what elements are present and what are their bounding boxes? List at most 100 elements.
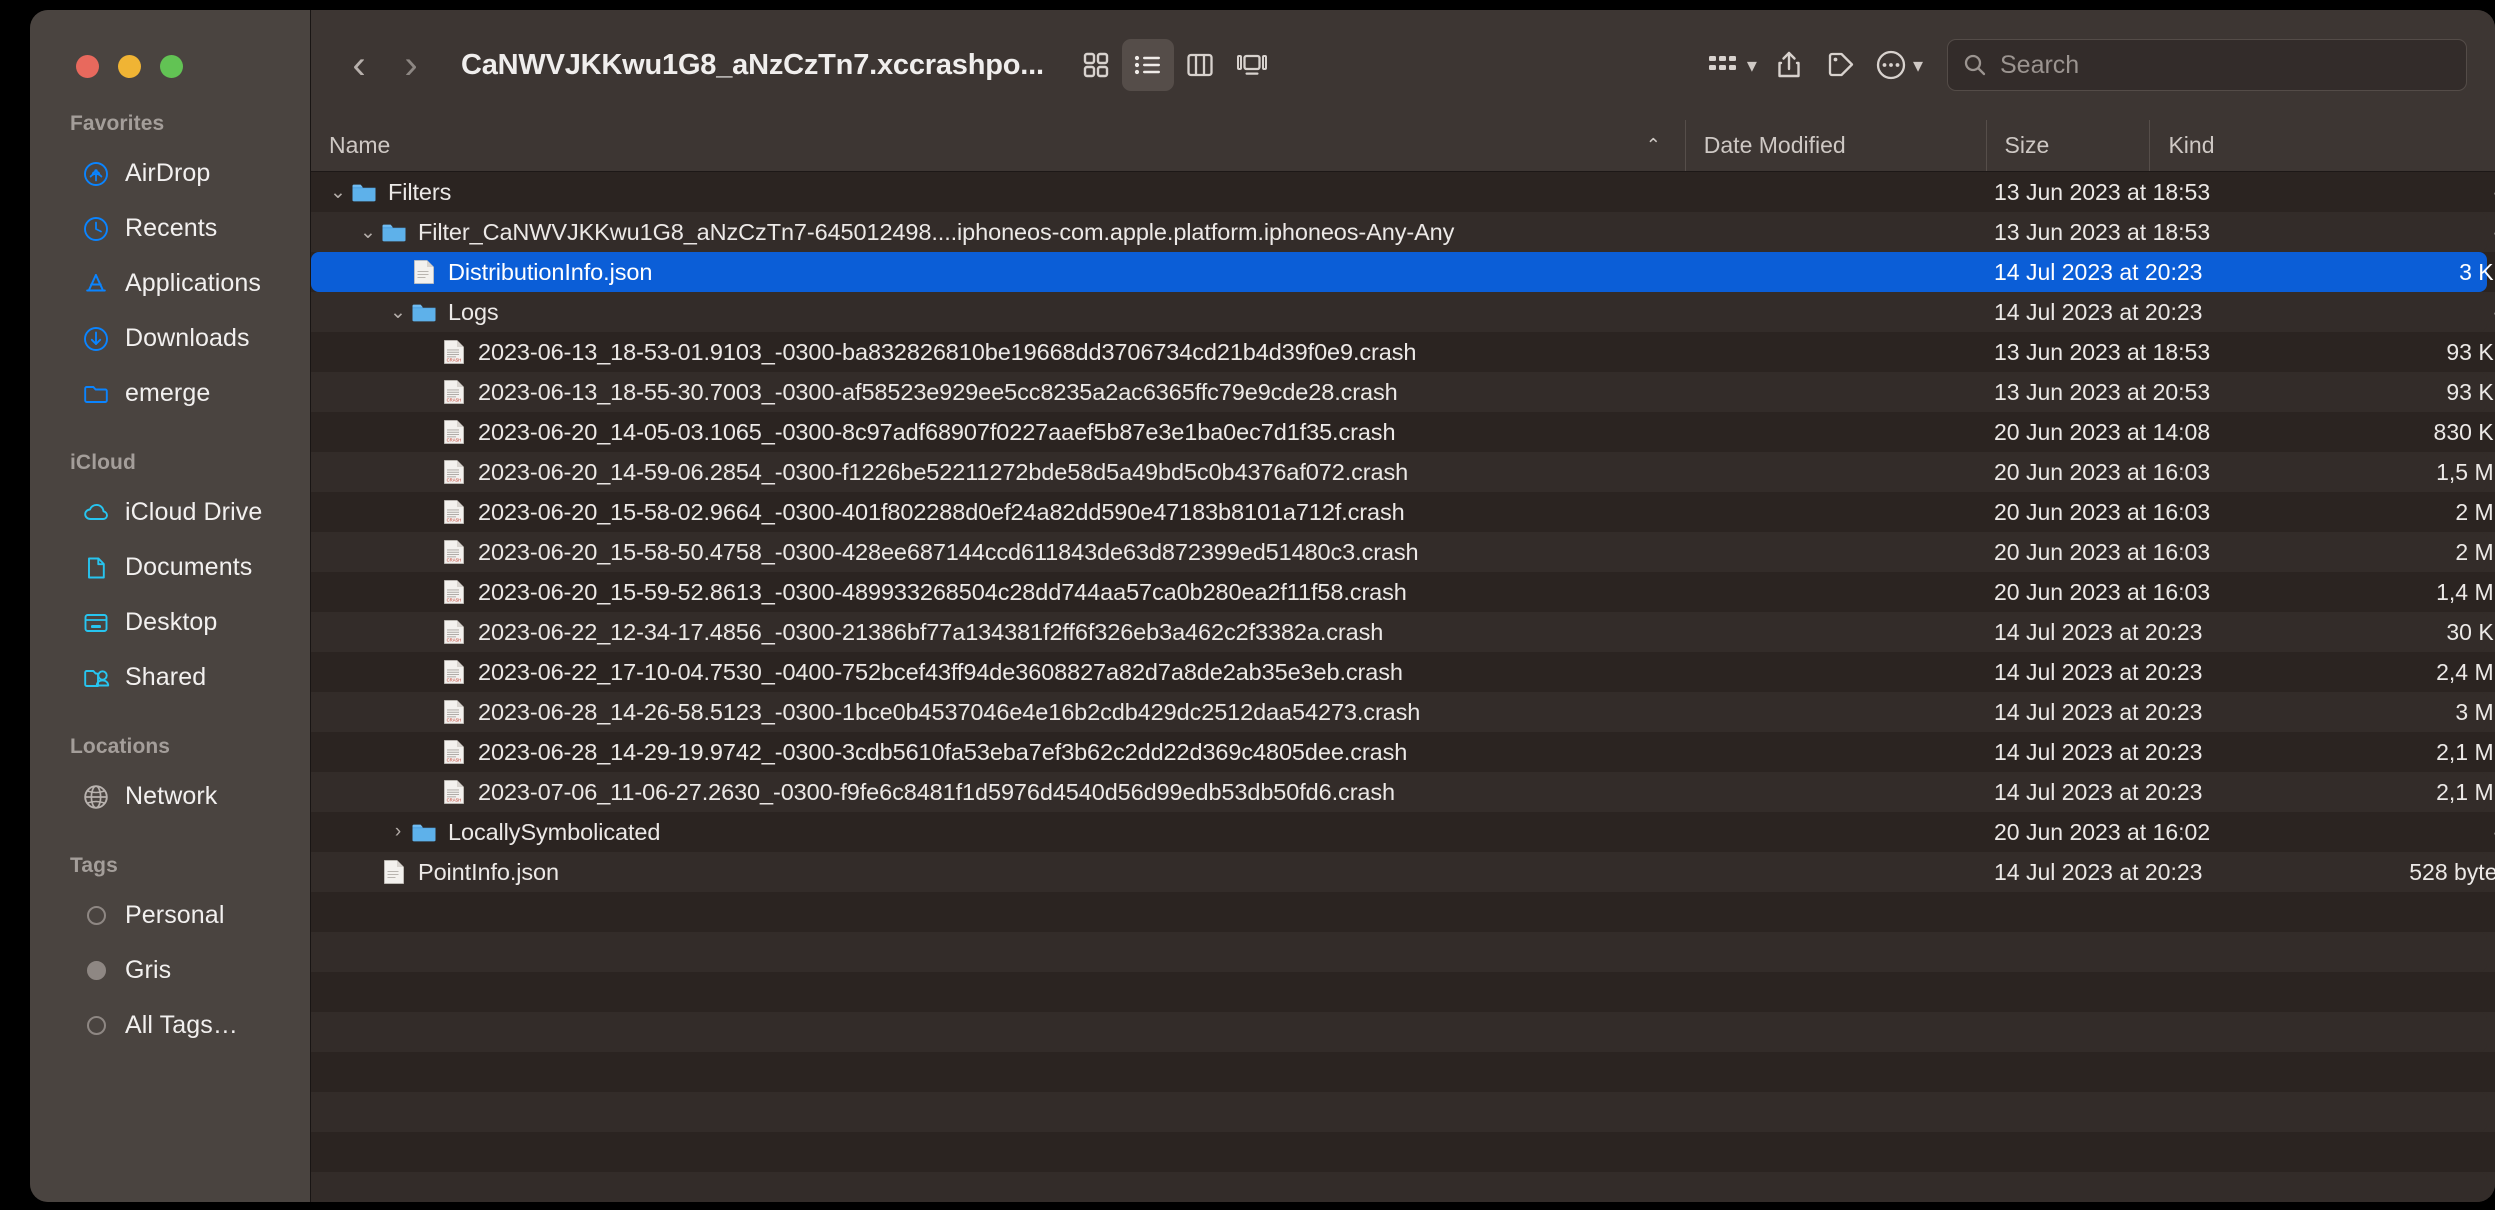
chevron-down-icon[interactable]: ⌄ bbox=[355, 221, 381, 244]
sidebar-item-gris[interactable]: Gris bbox=[42, 943, 294, 998]
crash-icon: CRASH bbox=[441, 659, 467, 685]
column-header-name[interactable]: Name⌃ bbox=[311, 120, 1685, 171]
table-row[interactable]: DistributionInfo.json14 Jul 2023 at 20:2… bbox=[311, 252, 2495, 292]
sidebar-item-airdrop[interactable]: AirDrop bbox=[42, 146, 294, 201]
folder-icon bbox=[411, 819, 437, 845]
chevron-down-icon[interactable]: ⌄ bbox=[385, 301, 411, 324]
table-row[interactable]: › LocallySymbolicated 20 Jun 2023 at 16:02… bbox=[311, 812, 2495, 852]
date-modified-cell: 14 Jul 2023 at 20:23 bbox=[1994, 739, 2202, 766]
sidebar-item-icloud-drive[interactable]: iCloud Drive bbox=[42, 485, 294, 540]
table-row[interactable]: CRASH2023-06-22_17-10-04.7530_-0400-752b… bbox=[311, 652, 2495, 692]
file-list[interactable]: ⌄Filters13 Jun 2023 at 18:53--Folder⌄Fil… bbox=[311, 172, 2495, 1202]
empty-row bbox=[311, 1132, 2495, 1172]
column-header-size[interactable]: Size bbox=[1986, 120, 2150, 171]
chevron-down-icon[interactable]: ⌄ bbox=[325, 181, 351, 204]
sidebar-item-documents[interactable]: Documents bbox=[42, 540, 294, 595]
tag-button[interactable] bbox=[1815, 39, 1867, 91]
sidebar-item-shared[interactable]: Shared bbox=[42, 650, 294, 705]
table-row[interactable]: CRASH2023-06-20_14-59-06.2854_-0300-f122… bbox=[311, 452, 2495, 492]
size-cell: 2,1 MB bbox=[2359, 779, 2495, 806]
crash-icon: CRASH bbox=[441, 699, 467, 725]
sidebar-item-label: Desktop bbox=[125, 608, 217, 637]
share-button[interactable] bbox=[1763, 39, 1815, 91]
table-row[interactable]: CRASH2023-06-20_15-59-52.8613_-0300-4899… bbox=[311, 572, 2495, 612]
column-view-button[interactable] bbox=[1174, 39, 1226, 91]
close-button[interactable] bbox=[76, 55, 99, 78]
file-name-cell: CRASH2023-06-20_15-59-52.8613_-0300-4899… bbox=[311, 579, 1407, 606]
table-row[interactable]: CRASH2023-06-20_15-58-50.4758_-0300-428e… bbox=[311, 532, 2495, 572]
empty-row bbox=[311, 1052, 2495, 1092]
size-cell: 30 KB bbox=[2359, 619, 2495, 646]
date-modified-cell: 13 Jun 2023 at 20:53 bbox=[1994, 379, 2210, 406]
svg-text:CRASH: CRASH bbox=[447, 758, 462, 763]
json-icon bbox=[381, 859, 407, 885]
tag-dot-icon bbox=[87, 906, 106, 925]
file-name-label: Filters bbox=[388, 179, 451, 206]
file-name-label: 2023-06-20_14-05-03.1065_-0300-8c97adf68… bbox=[478, 419, 1395, 446]
crash-icon: CRASH bbox=[441, 739, 467, 765]
column-header-label: Size bbox=[2005, 132, 2050, 159]
icon-view-button[interactable] bbox=[1070, 39, 1122, 91]
chevron-right-icon[interactable]: › bbox=[385, 821, 411, 843]
sort-ascending-icon: ⌃ bbox=[1646, 135, 1661, 156]
search-placeholder: Search bbox=[2000, 51, 2079, 80]
minimize-button[interactable] bbox=[118, 55, 141, 78]
size-cell: 830 KB bbox=[2359, 419, 2495, 446]
column-header-date-modified[interactable]: Date Modified bbox=[1685, 120, 1986, 171]
sidebar-item-personal[interactable]: Personal bbox=[42, 888, 294, 943]
sidebar-item-applications[interactable]: Applications bbox=[42, 256, 294, 311]
sidebar-item-network[interactable]: Network bbox=[42, 769, 294, 824]
table-row[interactable]: CRASH2023-07-06_11-06-27.2630_-0300-f9fe… bbox=[311, 772, 2495, 812]
chevron-right-icon: › bbox=[404, 45, 417, 85]
table-row[interactable]: CRASH2023-06-22_12-34-17.4856_-0300-2138… bbox=[311, 612, 2495, 652]
table-row[interactable]: ⌄Filters13 Jun 2023 at 18:53--Folder bbox=[311, 172, 2495, 212]
table-row[interactable]: ⌄Logs14 Jul 2023 at 20:23--Folder bbox=[311, 292, 2495, 332]
file-name-label: LocallySymbolicated bbox=[448, 819, 660, 846]
more-actions-button[interactable]: ▾ bbox=[1867, 39, 1929, 91]
size-cell: 3 KB bbox=[2359, 259, 2495, 286]
file-name-label: Filter_CaNWVJKKwu1G8_aNzCzTn7-645012498.… bbox=[418, 219, 1454, 246]
svg-text:CRASH: CRASH bbox=[447, 558, 462, 563]
gallery-view-button[interactable] bbox=[1226, 39, 1278, 91]
table-row[interactable]: CRASH 2023-06-28_14-26-58.5123_-0300-1bce… bbox=[311, 692, 2495, 732]
date-modified-cell: 20 Jun 2023 at 16:03 bbox=[1994, 539, 2210, 566]
column-header-kind[interactable]: Kind bbox=[2149, 120, 2495, 171]
date-modified-cell: 20 Jun 2023 at 16:02 bbox=[1994, 819, 2210, 846]
table-row[interactable]: CRASH2023-06-20_15-58-02.9664_-0300-401f… bbox=[311, 492, 2495, 532]
sidebar-item-label: Recents bbox=[125, 214, 217, 243]
table-row[interactable]: CRASH2023-06-13_18-55-30.7003_-0300-af58… bbox=[311, 372, 2495, 412]
date-modified-cell: 13 Jun 2023 at 18:53 bbox=[1994, 339, 2210, 366]
sidebar-item-downloads[interactable]: Downloads bbox=[42, 311, 294, 366]
table-row[interactable]: CRASH2023-06-20_14-05-03.1065_-0300-8c97… bbox=[311, 412, 2495, 452]
table-row[interactable]: CRASH2023-06-13_18-53-01.9103_-0300-ba83… bbox=[311, 332, 2495, 372]
tag-icon bbox=[1826, 50, 1856, 80]
crash-icon: CRASH bbox=[441, 379, 467, 405]
sidebar-item-recents[interactable]: Recents bbox=[42, 201, 294, 256]
table-row[interactable]: ⌄ Filter_CaNWVJKKwu1G8_aNzCzTn7-645012498… bbox=[311, 212, 2495, 252]
sidebar-item-label: Applications bbox=[125, 269, 261, 298]
date-modified-cell: 20 Jun 2023 at 16:03 bbox=[1994, 579, 2210, 606]
applications-icon bbox=[82, 270, 110, 298]
list-view-button[interactable] bbox=[1122, 39, 1174, 91]
sidebar-item-label: AirDrop bbox=[125, 159, 210, 188]
crash-icon: CRASH bbox=[441, 619, 467, 645]
sidebar-item-all-tags[interactable]: All Tags… bbox=[42, 998, 294, 1053]
back-button[interactable]: ‹ bbox=[333, 39, 385, 91]
size-cell: 1,5 MB bbox=[2359, 459, 2495, 486]
forward-button[interactable]: › bbox=[385, 39, 437, 91]
table-row[interactable]: CRASH2023-06-28_14-29-19.9742_-0300-3cdb… bbox=[311, 732, 2495, 772]
group-by-button[interactable]: ▾ bbox=[1701, 39, 1763, 91]
file-name-cell: CRASH2023-06-22_12-34-17.4856_-0300-2138… bbox=[311, 619, 1383, 646]
json-icon bbox=[411, 259, 437, 285]
sidebar-item-desktop[interactable]: Desktop bbox=[42, 595, 294, 650]
tag-dot-icon bbox=[87, 1016, 106, 1035]
file-name-label: 2023-06-28_14-26-58.5123_-0300-1bce0b453… bbox=[478, 699, 1420, 726]
sidebar-item-emerge[interactable]: emerge bbox=[42, 366, 294, 421]
crash-icon: CRASH bbox=[441, 499, 467, 525]
size-cell: 1,4 MB bbox=[2359, 579, 2495, 606]
folder-icon bbox=[82, 380, 110, 408]
search-field[interactable]: Search bbox=[1947, 39, 2467, 91]
table-row[interactable]: PointInfo.json14 Jul 2023 at 20:23528 by… bbox=[311, 852, 2495, 892]
zoom-button[interactable] bbox=[160, 55, 183, 78]
window-title: CaNWVJKKwu1G8_aNzCzTn7.xccrashpo... bbox=[461, 49, 1044, 82]
